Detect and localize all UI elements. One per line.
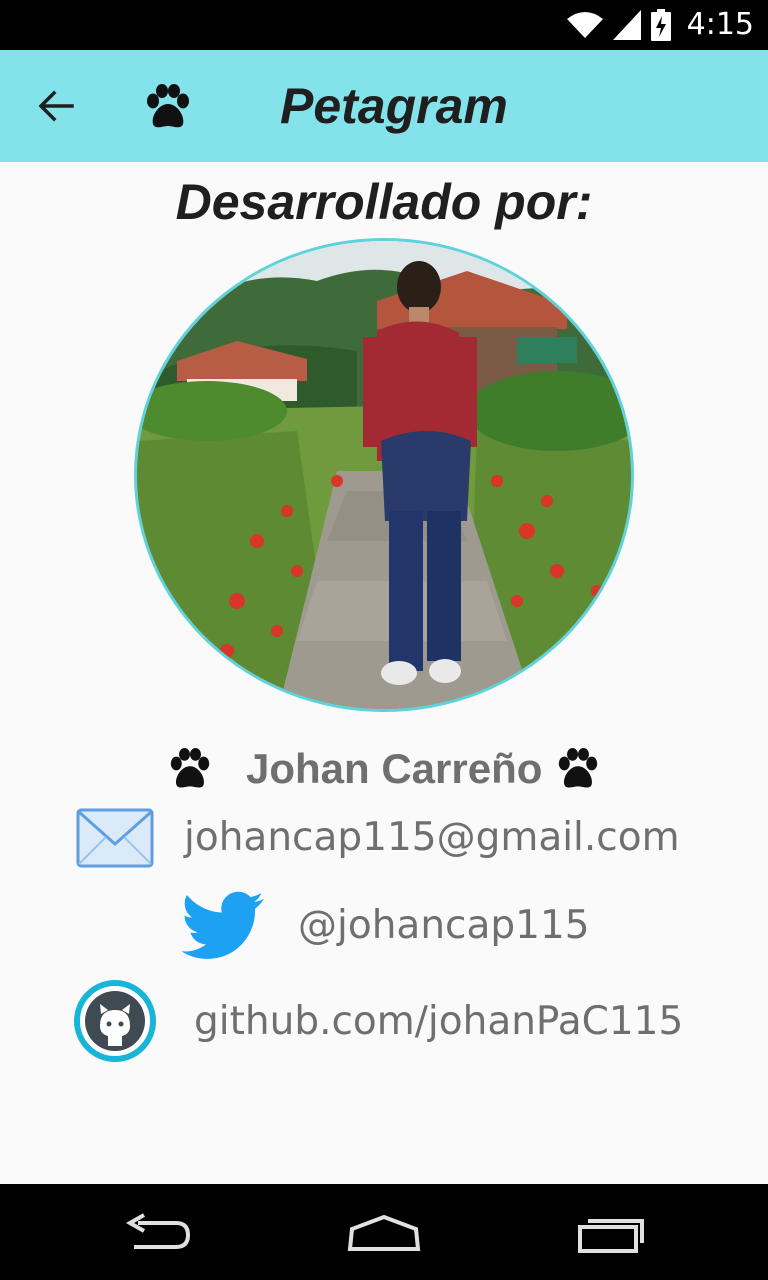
status-icons: 4:15 <box>566 7 754 42</box>
nav-back-button[interactable] <box>104 1198 214 1268</box>
developer-photo <box>134 238 634 712</box>
twitter-icon[interactable] <box>178 890 266 962</box>
recents-nav-icon <box>578 1219 644 1253</box>
app-bar: Petagram <box>0 50 768 162</box>
navigation-bar <box>0 1184 768 1280</box>
wifi-icon <box>566 12 603 38</box>
paw-icon <box>170 748 210 788</box>
back-arrow-icon <box>38 90 74 122</box>
github-icon[interactable] <box>74 980 156 1062</box>
nav-home-button[interactable] <box>329 1198 439 1268</box>
status-time: 4:15 <box>686 7 754 42</box>
cell-signal-icon <box>612 10 641 40</box>
developer-name: Johan Carreño <box>246 745 543 792</box>
home-nav-icon <box>347 1214 421 1251</box>
email-link[interactable]: johancap115@gmail.com <box>184 814 680 862</box>
paw-icon[interactable] <box>144 84 192 130</box>
email-icon[interactable] <box>76 808 154 868</box>
github-link[interactable]: github.com/johanPaC115 <box>194 998 683 1046</box>
back-nav-icon <box>125 1213 191 1249</box>
twitter-handle[interactable]: @johancap115 <box>298 902 590 950</box>
status-bar: 4:15 <box>0 0 768 50</box>
developer-name-row: Johan Carreño <box>0 742 768 798</box>
battery-charging-icon <box>650 9 671 41</box>
back-button[interactable] <box>20 70 92 142</box>
about-content: Desarrollado por: Johan Carreño johancap… <box>0 162 768 1184</box>
app-title: Petagram <box>280 78 508 134</box>
developed-by-heading: Desarrollado por: <box>175 174 593 230</box>
nav-recents-button[interactable] <box>556 1198 666 1268</box>
paw-icon <box>558 748 598 788</box>
